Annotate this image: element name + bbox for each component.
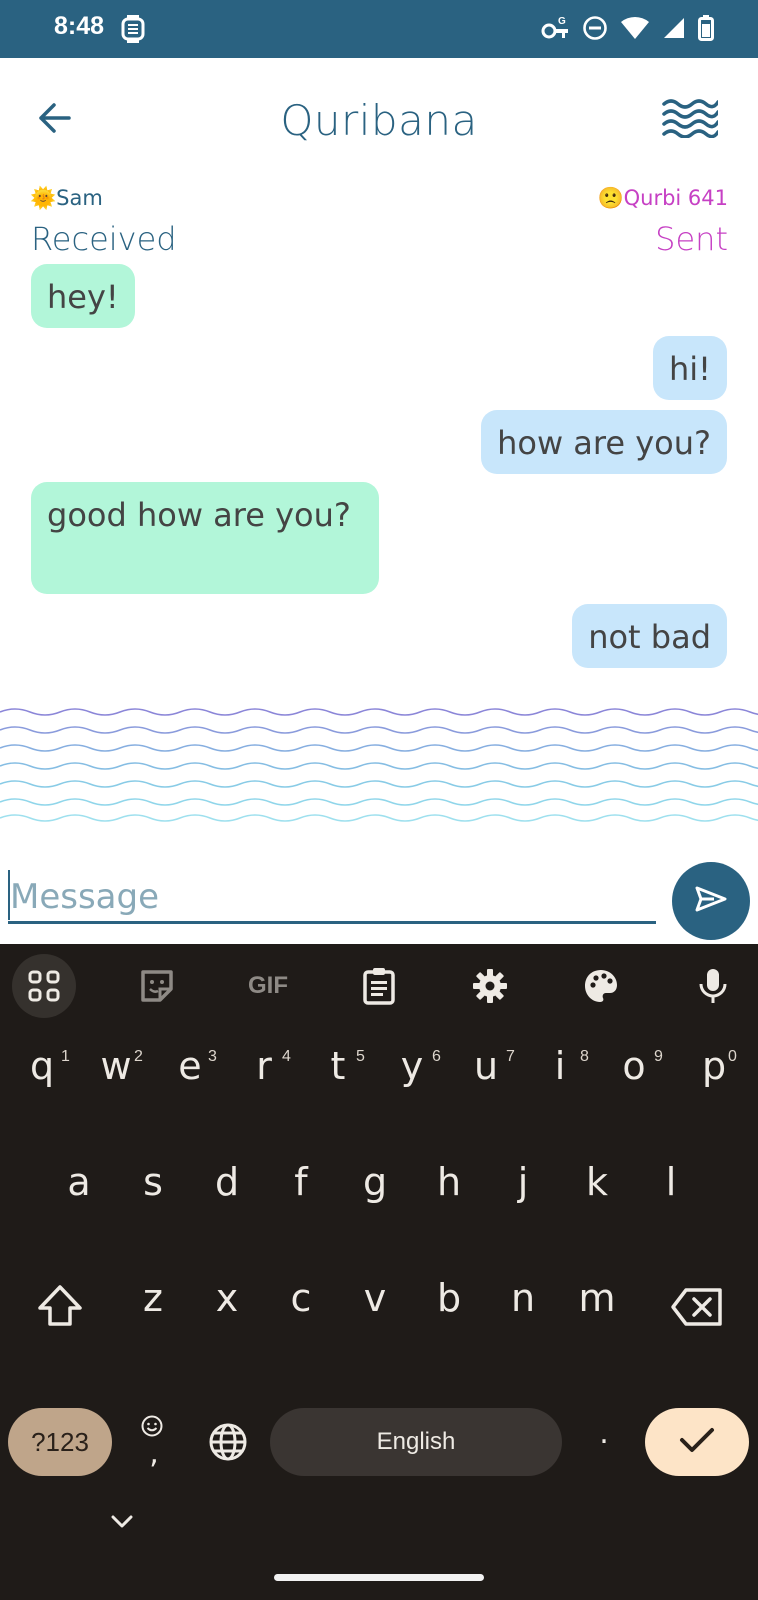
- key-u[interactable]: u: [456, 1044, 516, 1088]
- symbols-key[interactable]: ?123: [8, 1408, 112, 1476]
- key-h[interactable]: h: [419, 1160, 479, 1204]
- key-f[interactable]: f: [271, 1160, 331, 1204]
- key-e[interactable]: e: [160, 1044, 220, 1088]
- received-label: Received: [31, 220, 177, 258]
- wifi-icon: [620, 16, 650, 44]
- key-a[interactable]: a: [49, 1160, 109, 1204]
- svg-text:G: G: [558, 16, 566, 27]
- apps-grid-icon[interactable]: [12, 954, 76, 1018]
- clipboard-icon[interactable]: [347, 954, 411, 1018]
- enter-key[interactable]: [645, 1408, 749, 1476]
- globe-icon[interactable]: [208, 1422, 248, 1466]
- vpn-key-icon: G: [540, 14, 570, 46]
- space-bar[interactable]: English: [270, 1408, 562, 1476]
- key-l[interactable]: l: [641, 1160, 701, 1204]
- key-g[interactable]: g: [345, 1160, 405, 1204]
- key-w[interactable]: w: [86, 1044, 146, 1088]
- sent-label: Sent: [655, 220, 728, 258]
- key-j[interactable]: j: [493, 1160, 553, 1204]
- battery-icon: [698, 15, 714, 45]
- key-i[interactable]: i: [530, 1044, 590, 1088]
- key-m[interactable]: m: [567, 1276, 627, 1320]
- do-not-disturb-icon: [582, 15, 608, 45]
- message-bubble-sent: not bad: [572, 604, 727, 668]
- key-p[interactable]: p: [688, 1044, 740, 1088]
- message-input[interactable]: Message: [8, 872, 656, 924]
- shift-icon[interactable]: [36, 1284, 84, 1332]
- message-bubble-received: hey!: [31, 264, 135, 328]
- key-t[interactable]: t: [308, 1044, 368, 1088]
- sent-user-name: 🙁Qurbi 641: [597, 186, 728, 210]
- text-caret: [8, 870, 10, 920]
- key-s[interactable]: s: [123, 1160, 183, 1204]
- status-bar: 8:48 G: [0, 0, 758, 58]
- key-y[interactable]: y: [382, 1044, 442, 1088]
- key-q[interactable]: q: [12, 1044, 72, 1088]
- message-bubble-sent: how are you?: [481, 410, 727, 474]
- key-d[interactable]: d: [197, 1160, 257, 1204]
- key-z[interactable]: z: [123, 1276, 183, 1320]
- status-time: 8:48: [54, 12, 105, 40]
- soft-keyboard: GIF 1 2 3 4 5 6 7 8 9 0 q w e r t y u i …: [0, 944, 758, 1600]
- palette-icon[interactable]: [569, 954, 633, 1018]
- backspace-icon[interactable]: [670, 1286, 724, 1332]
- message-bubble-sent: hi!: [653, 336, 727, 400]
- gif-button[interactable]: GIF: [236, 954, 300, 1018]
- key-c[interactable]: c: [271, 1276, 331, 1320]
- microphone-icon[interactable]: [681, 954, 745, 1018]
- key-x[interactable]: x: [197, 1276, 257, 1320]
- signal-icon: [662, 16, 686, 44]
- message-composer: Message: [0, 846, 758, 946]
- period-key[interactable]: .: [574, 1416, 634, 1451]
- key-b[interactable]: b: [419, 1276, 479, 1320]
- app-bar: Quribana: [0, 58, 758, 178]
- send-icon: [694, 885, 728, 917]
- keyboard-toolbar: GIF: [0, 944, 758, 1030]
- settings-gear-icon[interactable]: [458, 954, 522, 1018]
- home-gesture-bar[interactable]: [274, 1574, 484, 1581]
- message-bubble-received: good how are you?: [31, 482, 379, 594]
- key-v[interactable]: v: [345, 1276, 405, 1320]
- app-title: Quribana: [280, 96, 478, 145]
- waves-menu-icon[interactable]: [662, 98, 720, 142]
- key-o[interactable]: o: [604, 1044, 664, 1088]
- watch-icon: [120, 14, 146, 48]
- key-k[interactable]: k: [567, 1160, 627, 1204]
- sticker-icon[interactable]: [125, 954, 189, 1018]
- key-n[interactable]: n: [493, 1276, 553, 1320]
- checkmark-icon: [679, 1426, 715, 1458]
- send-button[interactable]: [672, 862, 750, 940]
- wave-decoration: [0, 708, 758, 822]
- key-r[interactable]: r: [234, 1044, 294, 1088]
- comma-key[interactable]: ,: [124, 1436, 184, 1471]
- collapse-keyboard-icon[interactable]: [110, 1514, 134, 1534]
- received-user-name: 🌞Sam: [30, 186, 103, 210]
